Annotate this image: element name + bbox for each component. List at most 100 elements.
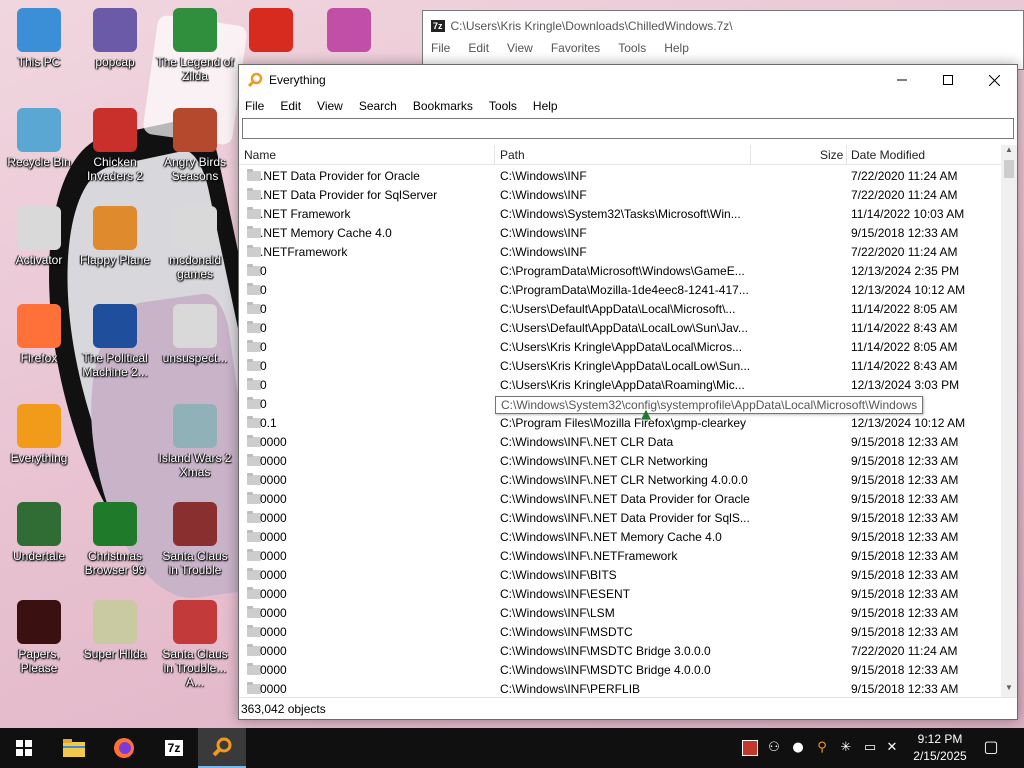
desktop-icon[interactable]: Flappy Plane xyxy=(76,206,154,267)
desktop-icon[interactable]: Santa Claus in Trouble xyxy=(156,502,234,577)
maximize-button[interactable] xyxy=(925,65,971,95)
result-row[interactable]: 0 C:\Users\Default\AppData\Local\Microsof… xyxy=(239,299,1001,318)
menu-favorites[interactable]: Favorites xyxy=(551,41,600,55)
desktop-icon[interactable]: The Political Machine 2... xyxy=(76,304,154,379)
clock[interactable]: 9:12 PM 2/15/2025 xyxy=(905,731,975,765)
start-button[interactable] xyxy=(0,728,48,768)
menu-edit[interactable]: Edit xyxy=(280,99,301,113)
people-tray-icon[interactable]: ⚇ xyxy=(766,740,782,756)
result-row[interactable]: 0 C:\Users\Default\AppData\LocalLow\Sun\J… xyxy=(239,318,1001,337)
taskbar-everything[interactable] xyxy=(198,728,246,768)
result-row[interactable]: 0000 C:\Windows\INF\.NETFramework 9/15/201… xyxy=(239,546,1001,565)
scroll-up-icon[interactable]: ▲ xyxy=(1001,145,1017,159)
result-row[interactable]: 0000 C:\Windows\INF\ESENT 9/15/2018 12:33 … xyxy=(239,584,1001,603)
result-row[interactable]: .NET Memory Cache 4.0 C:\Windows\INF 9/15/… xyxy=(239,223,1001,242)
menu-search[interactable]: Search xyxy=(359,99,397,113)
menu-tools[interactable]: Tools xyxy=(618,41,646,55)
droplet-tray-icon[interactable]: ● xyxy=(790,740,806,756)
menu-view[interactable]: View xyxy=(317,99,343,113)
result-row[interactable]: .NETFramework C:\Windows\INF 7/22/2020 11:… xyxy=(239,242,1001,261)
desktop-icon[interactable]: Everything xyxy=(0,404,78,465)
result-row[interactable]: 0000 C:\Windows\INF\.NET CLR Networking 4… xyxy=(239,470,1001,489)
desktop-icon[interactable]: popcap xyxy=(76,8,154,69)
result-row[interactable]: 0.1 C:\Program Files\Mozilla Firefox\gmp-… xyxy=(239,413,1001,432)
result-row[interactable]: 0000 C:\Windows\INF\LSM 9/15/2018 12:33 AM xyxy=(239,603,1001,622)
menu-tools[interactable]: Tools xyxy=(489,99,517,113)
cell-path: C:\Windows\INF xyxy=(500,245,587,259)
result-row[interactable]: 0 C:\ProgramData\Microsoft\Windows\GameE.… xyxy=(239,261,1001,280)
volume-muted-icon[interactable]: ✕ xyxy=(884,740,900,756)
window-7zip-title: C:\Users\Kris Kringle\Downloads\ChilledW… xyxy=(450,19,733,33)
result-row[interactable]: 0 C:\Users\Kris Kringle\AppData\Roaming\M… xyxy=(239,375,1001,394)
desktop-icon[interactable]: Papers, Please xyxy=(0,600,78,675)
desktop-icon[interactable] xyxy=(310,8,388,55)
menu-help[interactable]: Help xyxy=(664,41,689,55)
result-row[interactable]: 0000 C:\Windows\INF\MSDTC 9/15/2018 12:33 … xyxy=(239,622,1001,641)
everything-tray-icon[interactable]: ⚲ xyxy=(814,740,830,756)
menu-edit[interactable]: Edit xyxy=(468,41,489,55)
vertical-scrollbar[interactable]: ▲ ▼ xyxy=(1001,145,1017,697)
desktop-icon[interactable]: mcdonald games xyxy=(156,206,234,281)
desktop-app-icon xyxy=(173,600,217,644)
result-row[interactable]: .NET Data Provider for SqlServer C:\Windo… xyxy=(239,185,1001,204)
menu-help[interactable]: Help xyxy=(533,99,558,113)
desktop-icon[interactable]: Activator xyxy=(0,206,78,267)
column-date-modified[interactable]: Date Modified xyxy=(851,148,925,162)
window-7zip[interactable]: 7z C:\Users\Kris Kringle\Downloads\Chill… xyxy=(422,10,1024,70)
desktop-icon[interactable]: Chicken Invaders 2 xyxy=(76,108,154,183)
column-path[interactable]: Path xyxy=(500,148,525,162)
result-row[interactable]: 0 C:\Users\Kris Kringle\AppData\LocalLow\… xyxy=(239,356,1001,375)
result-row[interactable]: 0 C:\ProgramData\Mozilla-1de4eec8-1241-41… xyxy=(239,280,1001,299)
desktop-icon[interactable]: unsuspect... xyxy=(156,304,234,365)
folder-icon xyxy=(247,530,261,542)
title-bar[interactable]: Everything xyxy=(239,65,1017,95)
snowflake-tray-icon[interactable]: ✳ xyxy=(838,740,854,756)
column-size[interactable]: Size xyxy=(820,148,843,162)
antivirus-tray-icon[interactable] xyxy=(742,740,758,756)
everything-window[interactable]: Everything File Edit View Search Bookmar… xyxy=(238,64,1018,720)
result-row[interactable]: 0000 C:\Windows\INF\MSDTC Bridge 4.0.0.0 9… xyxy=(239,660,1001,679)
menu-view[interactable]: View xyxy=(507,41,533,55)
result-row[interactable]: 0000 C:\Windows\INF\.NET Memory Cache 4.0… xyxy=(239,527,1001,546)
result-row[interactable]: 0000 C:\Windows\INF\.NET Data Provider fo… xyxy=(239,489,1001,508)
taskbar-firefox[interactable] xyxy=(100,728,148,768)
result-row[interactable]: .NET Framework C:\Windows\System32\Tasks\… xyxy=(239,204,1001,223)
result-row[interactable]: 0000 C:\Windows\INF\.NET CLR Networking 9/… xyxy=(239,451,1001,470)
result-row[interactable]: .NET Data Provider for Oracle C:\Windows\… xyxy=(239,166,1001,185)
close-button[interactable] xyxy=(971,65,1017,95)
taskbar-file-explorer[interactable] xyxy=(50,728,98,768)
scroll-thumb[interactable] xyxy=(1004,160,1014,178)
desktop-icon[interactable]: Recycle Bin xyxy=(0,108,78,169)
desktop-icon[interactable]: Super Hilda xyxy=(76,600,154,661)
desktop-icon[interactable]: Santa Claus in Trouble... A... xyxy=(156,600,234,689)
minimize-button[interactable] xyxy=(879,65,925,95)
desktop-icon[interactable]: Christmas Browser 99 xyxy=(76,502,154,577)
desktop-icon[interactable]: Firefox xyxy=(0,304,78,365)
cell-date: 9/15/2018 12:33 AM xyxy=(851,473,959,487)
search-input[interactable] xyxy=(242,118,1014,139)
menu-file[interactable]: File xyxy=(431,41,450,55)
desktop-icon[interactable]: The Legend of Zilda xyxy=(156,8,234,83)
desktop-app-icon xyxy=(173,108,217,152)
result-row[interactable]: 0000 C:\Windows\INF\.NET Data Provider fo… xyxy=(239,508,1001,527)
desktop-icon[interactable]: Island Wars 2 Xmas xyxy=(156,404,234,479)
cell-name: 0000 xyxy=(260,530,287,544)
menu-file[interactable]: File xyxy=(245,99,264,113)
result-row[interactable]: 0000 C:\Windows\INF\MSDTC Bridge 3.0.0.0 7… xyxy=(239,641,1001,660)
scroll-down-icon[interactable]: ▼ xyxy=(1001,683,1017,697)
taskbar-7zip[interactable]: 7z xyxy=(150,728,198,768)
result-row[interactable]: 0000 C:\Windows\INF\BITS 9/15/2018 12:33 A… xyxy=(239,565,1001,584)
desktop-icon[interactable]: Undertale xyxy=(0,502,78,563)
desktop-icon[interactable]: This PC xyxy=(0,8,78,69)
cell-name: 0000 xyxy=(260,587,287,601)
column-name[interactable]: Name xyxy=(244,148,276,162)
desktop-icon[interactable] xyxy=(232,8,310,55)
menu-bookmarks[interactable]: Bookmarks xyxy=(413,99,473,113)
result-row[interactable]: 0 C:\Users\Kris Kringle\AppData\Local\Mic… xyxy=(239,337,1001,356)
network-tray-icon[interactable]: ▭ xyxy=(862,740,878,756)
result-row[interactable]: 0000 C:\Windows\INF\.NET CLR Data 9/15/201… xyxy=(239,432,1001,451)
desktop-icon[interactable]: Angry Birds Seasons xyxy=(156,108,234,183)
everything-app-icon xyxy=(247,72,263,88)
notification-center-icon[interactable]: ▢ xyxy=(983,739,999,755)
result-row[interactable]: 0000 C:\Windows\INF\PERFLIB 9/15/2018 12:3… xyxy=(239,679,1001,698)
